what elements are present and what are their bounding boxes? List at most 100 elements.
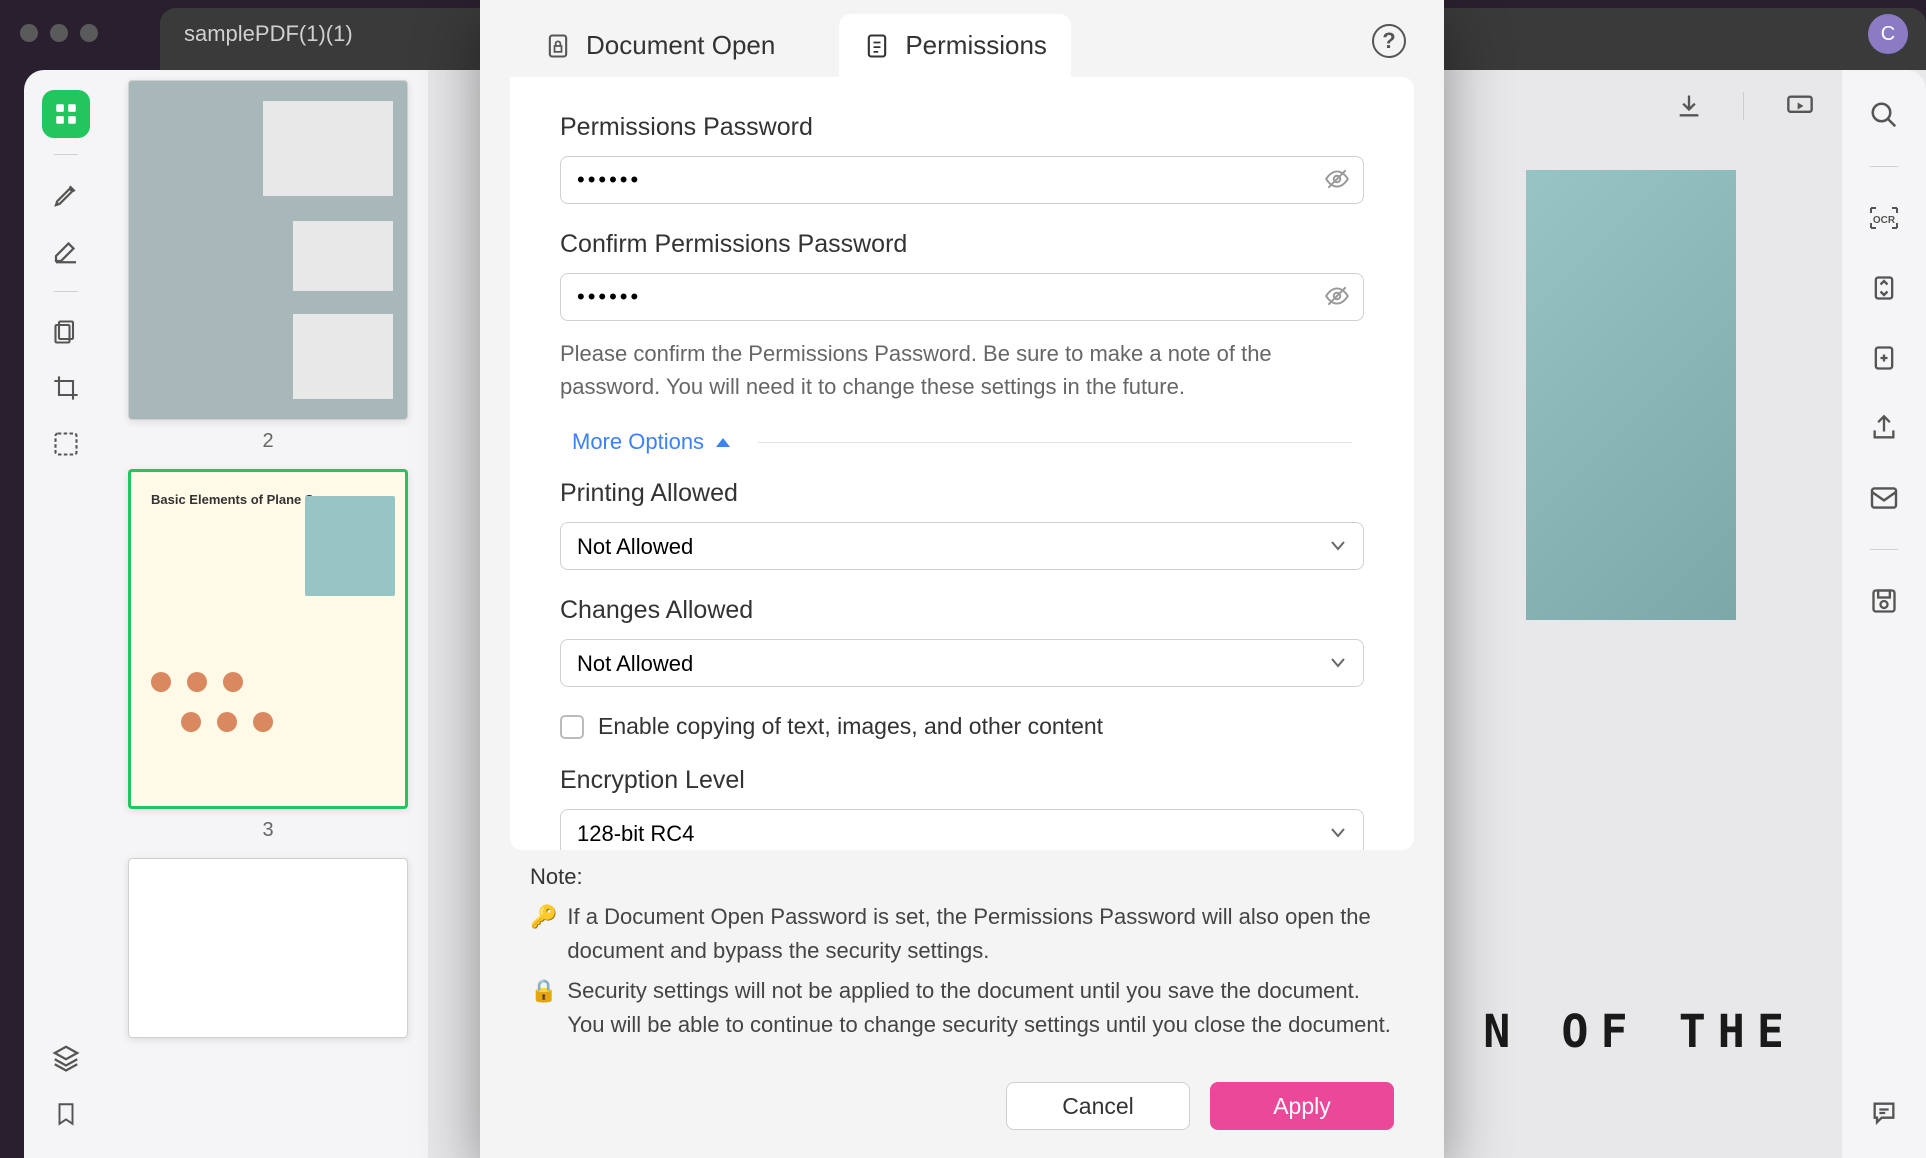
field-label: Changes Allowed — [560, 596, 1364, 625]
apply-button[interactable]: Apply — [1210, 1082, 1394, 1130]
thumbnail-page-2[interactable]: 2 — [128, 80, 408, 453]
save-button[interactable] — [1865, 582, 1903, 620]
thumbnail-page-number: 2 — [128, 430, 408, 453]
encryption-level-select[interactable]: 128-bit RC4 — [560, 809, 1364, 850]
document-lock-icon — [544, 32, 572, 60]
eye-off-icon — [1324, 285, 1350, 307]
comment-icon — [1869, 1099, 1899, 1127]
changes-allowed-field: Changes Allowed Not Allowed — [560, 596, 1364, 687]
permissions-password-input[interactable] — [560, 156, 1364, 204]
convert-icon — [1870, 273, 1898, 303]
thumbnails-tool[interactable] — [42, 90, 90, 138]
changes-allowed-select[interactable]: Not Allowed — [560, 639, 1364, 687]
crop-tool[interactable] — [42, 364, 90, 412]
toggle-password-visibility[interactable] — [1324, 168, 1350, 190]
layers-tool[interactable] — [42, 1034, 90, 1082]
share-icon — [1870, 413, 1898, 443]
add-page-icon — [1870, 343, 1898, 373]
top-right-controls — [1675, 92, 1816, 120]
toggle-password-visibility[interactable] — [1324, 285, 1350, 307]
left-toolbar — [24, 70, 108, 1158]
annotate-tool[interactable] — [42, 227, 90, 275]
tab-label: Permissions — [905, 30, 1047, 61]
thumbnail-preview — [128, 80, 408, 420]
divider — [1743, 92, 1744, 120]
search-button[interactable] — [1865, 96, 1903, 134]
bookmark-tool[interactable] — [42, 1090, 90, 1138]
printing-allowed-select[interactable]: Not Allowed — [560, 522, 1364, 570]
confirm-password-input[interactable] — [560, 273, 1364, 321]
crop-icon — [52, 374, 80, 402]
thumbnail-page-number: 3 — [128, 819, 408, 842]
thumbnail-page-4[interactable] — [128, 858, 408, 1038]
traffic-lights — [20, 24, 98, 42]
tab-document-open[interactable]: Document Open — [520, 14, 799, 77]
layers-icon — [51, 1043, 81, 1073]
dialog-body: Permissions Password Confirm Permissions… — [510, 77, 1414, 850]
save-icon — [1870, 587, 1898, 615]
enable-copying-checkbox-row[interactable]: Enable copying of text, images, and othe… — [560, 713, 1364, 740]
email-button[interactable] — [1865, 479, 1903, 517]
user-avatar[interactable]: C — [1868, 14, 1908, 54]
field-label: Encryption Level — [560, 766, 1364, 795]
ocr-icon: OCR — [1869, 205, 1899, 231]
lock-icon: 🔒 — [530, 974, 557, 1042]
thumbnails-icon — [53, 101, 79, 127]
redact-tool[interactable] — [42, 420, 90, 468]
presentation-button[interactable] — [1784, 92, 1816, 120]
note-text: Security settings will not be applied to… — [567, 974, 1394, 1042]
highlighter-icon — [51, 180, 81, 210]
thumbnail-page-3[interactable]: Basic Elements of Plane Space 3 — [128, 469, 408, 842]
divider — [1870, 166, 1898, 167]
note-title: Note: — [530, 864, 1394, 890]
document-permissions-icon — [863, 32, 891, 60]
help-button[interactable]: ? — [1372, 24, 1406, 58]
document-image — [1526, 170, 1736, 620]
email-icon — [1869, 486, 1899, 510]
document-text-fragment: N OF THE — [1483, 1005, 1796, 1058]
field-label: Printing Allowed — [560, 479, 1364, 508]
minimize-window-button[interactable] — [50, 24, 68, 42]
add-page-button[interactable] — [1865, 339, 1903, 377]
enable-copying-checkbox[interactable] — [560, 715, 584, 739]
convert-button[interactable] — [1865, 269, 1903, 307]
field-label: Confirm Permissions Password — [560, 230, 1364, 259]
thumbnail-preview — [128, 858, 408, 1038]
right-toolbar: OCR — [1842, 70, 1926, 1158]
share-button[interactable] — [1865, 409, 1903, 447]
cancel-button[interactable]: Cancel — [1006, 1082, 1190, 1130]
redact-icon — [52, 430, 80, 458]
key-icon: 🔑 — [530, 900, 557, 968]
note-text: If a Document Open Password is set, the … — [567, 900, 1394, 968]
download-button[interactable] — [1675, 92, 1703, 120]
encryption-level-field: Encryption Level 128-bit RC4 — [560, 766, 1364, 850]
helper-text: Please confirm the Permissions Password.… — [560, 337, 1364, 403]
more-options-toggle[interactable]: More Options — [560, 429, 1364, 455]
comment-button[interactable] — [1865, 1094, 1903, 1132]
svg-text:OCR: OCR — [1873, 215, 1896, 226]
pages-tool[interactable] — [42, 308, 90, 356]
security-dialog: Document Open Permissions ? Permissions … — [480, 0, 1444, 1158]
divider — [758, 442, 1352, 443]
note-line-1: 🔑 If a Document Open Password is set, th… — [530, 900, 1394, 968]
note-line-2: 🔒 Security settings will not be applied … — [530, 974, 1394, 1042]
pages-icon — [52, 318, 80, 346]
highlighter-tool[interactable] — [42, 171, 90, 219]
fullscreen-window-button[interactable] — [80, 24, 98, 42]
ocr-button[interactable]: OCR — [1865, 199, 1903, 237]
divider — [54, 291, 78, 292]
close-window-button[interactable] — [20, 24, 38, 42]
dialog-tabs: Document Open Permissions ? — [480, 0, 1444, 77]
download-icon — [1675, 92, 1703, 120]
bookmark-icon — [53, 1099, 79, 1129]
tab-permissions[interactable]: Permissions — [839, 14, 1071, 77]
checkbox-label: Enable copying of text, images, and othe… — [598, 713, 1103, 740]
thumbnail-preview: Basic Elements of Plane Space — [128, 469, 408, 809]
pen-note-icon — [51, 236, 81, 266]
field-label: Permissions Password — [560, 113, 1364, 142]
more-options-label: More Options — [572, 429, 704, 455]
divider — [54, 154, 78, 155]
dialog-actions: Cancel Apply — [480, 1068, 1444, 1158]
printing-allowed-field: Printing Allowed Not Allowed — [560, 479, 1364, 570]
note-section: Note: 🔑 If a Document Open Password is s… — [480, 850, 1444, 1068]
